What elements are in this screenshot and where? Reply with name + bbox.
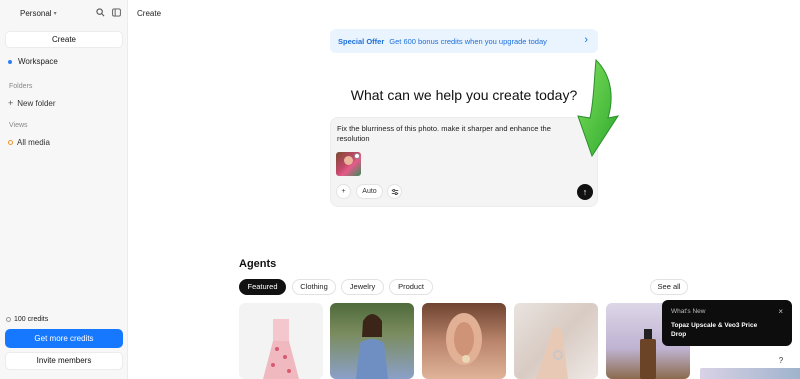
workspace-switcher[interactable]: Personal ▾ <box>20 9 57 18</box>
thumbnail-face <box>344 156 353 165</box>
agent-card-earring[interactable] <box>422 303 506 379</box>
attached-image-thumbnail[interactable] <box>336 152 361 176</box>
offer-title: Special Offer <box>338 36 385 46</box>
toast-label: What's New <box>671 308 706 315</box>
workspace-name: Personal <box>20 9 52 18</box>
settings-sliders-button[interactable] <box>387 184 402 199</box>
ear-image <box>446 313 482 365</box>
prompt-box[interactable]: Fix the blurriness of this photo. make i… <box>330 117 598 207</box>
credits-indicator: 100 credits <box>6 316 48 323</box>
dress-image <box>263 319 299 379</box>
hand-image <box>536 327 568 379</box>
see-all-button[interactable]: See all <box>650 279 688 295</box>
get-more-credits-button[interactable]: Get more credits <box>5 329 123 348</box>
tab-clothing[interactable]: Clothing <box>292 279 336 295</box>
agent-card-ring[interactable] <box>514 303 598 379</box>
chevron-right-icon: › <box>584 34 588 46</box>
sidebar-item-label: Workspace <box>18 57 58 66</box>
sidebar-item-workspace[interactable]: Workspace <box>8 57 58 66</box>
agent-card-dress[interactable] <box>239 303 323 379</box>
help-button[interactable]: ? <box>770 353 792 369</box>
add-attachment-button[interactable]: + <box>336 184 351 199</box>
sliders-icon <box>391 188 398 196</box>
plus-icon: + <box>8 98 14 108</box>
all-media-label: All media <box>17 138 50 147</box>
tab-jewelry[interactable]: Jewelry <box>341 279 384 295</box>
main-headline: What can we help you create today? <box>350 87 578 103</box>
plus-icon: + <box>341 188 346 195</box>
credits-icon <box>6 317 11 322</box>
prompt-input[interactable]: Fix the blurriness of this photo. make i… <box>337 124 577 144</box>
new-folder-link[interactable]: + New folder <box>8 98 56 108</box>
offer-text: Get 600 bonus credits when you upgrade t… <box>389 36 547 46</box>
sidebar: Personal ▾ Create Workspace Folders + Ne… <box>0 0 128 379</box>
remove-attachment-icon[interactable] <box>354 153 360 159</box>
sidebar-toggle-icon[interactable] <box>111 8 121 18</box>
new-folder-label: New folder <box>17 98 56 108</box>
arrow-up-icon: ↑ <box>582 187 588 197</box>
credits-label: 100 credits <box>14 316 49 323</box>
toast-message: Topaz Upscale & Veo3 Price Drop <box>671 322 758 338</box>
partial-image-strip <box>700 368 800 379</box>
tab-product[interactable]: Product <box>389 279 433 295</box>
chevron-down-icon: ▾ <box>53 11 57 17</box>
sidebar-item-all-media[interactable]: All media <box>8 138 50 147</box>
search-icon[interactable] <box>95 8 105 18</box>
model-auto-button[interactable]: Auto <box>356 184 383 199</box>
tab-featured[interactable]: Featured <box>239 279 286 295</box>
create-button[interactable]: Create <box>5 31 123 48</box>
model-image <box>356 314 388 379</box>
workspace-dot-icon <box>8 59 12 64</box>
agent-card-model[interactable] <box>330 303 414 379</box>
agents-heading: Agents <box>239 258 277 270</box>
views-heading: Views <box>9 122 28 129</box>
folders-heading: Folders <box>9 83 33 90</box>
all-media-icon <box>8 140 13 145</box>
close-icon[interactable]: × <box>778 307 783 316</box>
invite-members-button[interactable]: Invite members <box>5 352 123 370</box>
page-title: Create <box>137 9 162 18</box>
send-button[interactable]: ↑ <box>577 184 593 200</box>
special-offer-banner[interactable]: Special Offer Get 600 bonus credits when… <box>330 29 598 53</box>
whats-new-toast[interactable]: What's New × Topaz Upscale & Veo3 Price … <box>662 300 792 346</box>
green-arrow-icon <box>577 58 620 158</box>
